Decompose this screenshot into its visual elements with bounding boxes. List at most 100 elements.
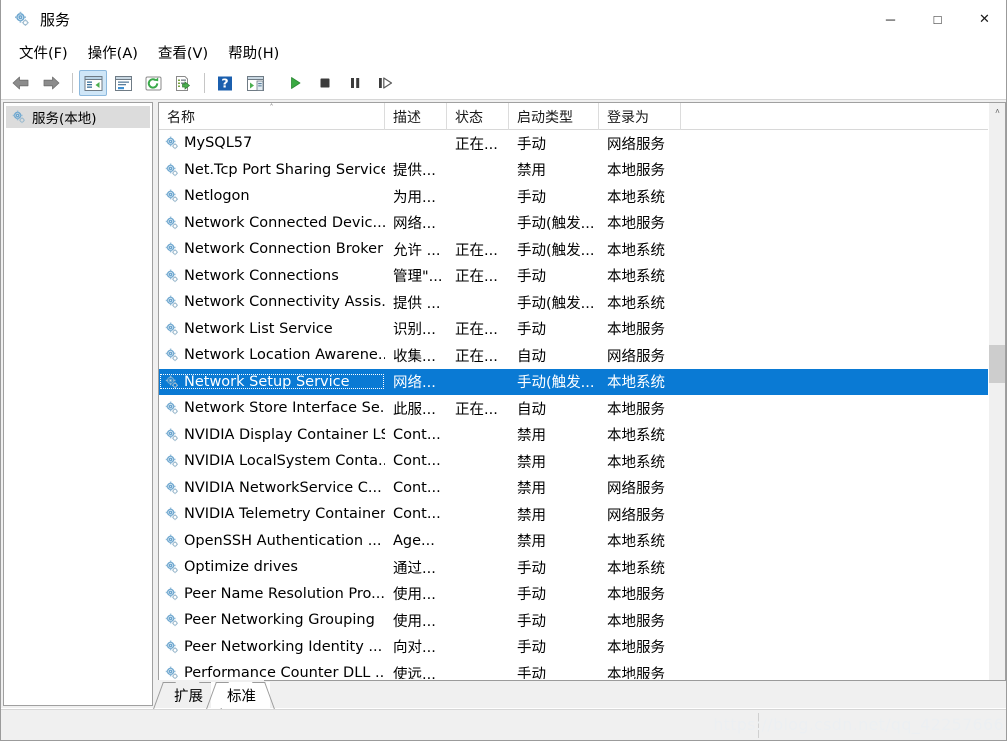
services-gear-icon [163,135,180,152]
table-row[interactable]: NVIDIA LocalSystem Conta... Cont... 禁用 本地系统 [159,448,990,475]
service-name-cell: Peer Networking Identity ... [159,638,385,655]
service-name-label: Optimize drives [184,559,298,576]
service-description-cell: Age... [393,532,435,549]
service-description-cell: 允许 ... [393,242,441,259]
services-gear-icon [163,479,180,496]
service-name-label: OpenSSH Authentication ... [184,532,382,549]
column-header-name-label: 名称 [167,109,195,126]
services-gear-icon [12,9,32,29]
table-row[interactable]: Peer Networking Identity ... 向对... 手动 本地服务 [159,634,990,661]
stop-service-button[interactable] [311,70,339,96]
service-name-cell: Network Connections [159,267,385,284]
service-name-label: NVIDIA NetworkService C... [184,479,382,496]
menu-file[interactable]: 文件(F) [10,40,79,65]
export-list-button[interactable] [169,70,197,96]
service-startup-type-cell: 手动(触发... [517,216,595,233]
services-gear-icon [10,109,27,126]
column-header-name[interactable]: 名称 ˄ [159,103,385,130]
show-hide-tree-button[interactable] [79,70,107,96]
table-row[interactable]: Net.Tcp Port Sharing Service 提供... 禁用 本地服务 [159,157,990,184]
table-row[interactable]: Netlogon 为用... 手动 本地系统 [159,183,990,210]
service-name-label: Network Location Awarene... [184,347,385,364]
list-column-headers: 名称 ˄ 描述 状态 启动类型 登录为 [159,103,1005,130]
service-name-label: Network Connection Broker [184,241,384,258]
pause-service-button[interactable] [341,70,369,96]
service-name-cell: Network Connected Devic... [159,214,385,231]
table-row[interactable]: Network List Service 识别... 正在... 手动 本地服务 [159,316,990,343]
table-row[interactable]: NVIDIA NetworkService C... Cont... 禁用 网络服务 [159,475,990,502]
service-status-cell: 正在... [455,401,498,418]
help-button[interactable]: ? [211,70,239,96]
service-name-cell: MySQL57 [159,135,385,152]
table-row[interactable]: Network Connection Broker 允许 ... 正在... 手动(触… [159,236,990,263]
title-bar: 服务 ─ □ ✕ [1,0,1006,38]
table-row[interactable]: NVIDIA Display Container LS Cont... 禁用 本地系统 [159,422,990,449]
show-action-pane-button[interactable] [241,70,269,96]
table-row[interactable]: OpenSSH Authentication ... Age... 禁用 本地系统 [159,528,990,555]
services-list-pane: 名称 ˄ 描述 状态 启动类型 登录为 MySQL57 正在... 手动 网络服务 Ne… [158,102,1006,706]
table-row[interactable]: Peer Name Resolution Pro... 使用... 手动 本地服务 [159,581,990,608]
start-service-button[interactable] [281,70,309,96]
column-header-startup-type[interactable]: 启动类型 [509,103,599,130]
column-header-description[interactable]: 描述 [385,103,447,130]
tree-node-label: 服务(本地) [32,111,97,127]
minimize-button[interactable]: ─ [867,0,914,38]
service-logon-cell: 本地服务 [607,640,665,657]
service-logon-cell: 网络服务 [607,348,665,365]
table-row[interactable]: Network Store Interface Se... 此服... 正在... 自… [159,395,990,422]
table-row[interactable]: Network Connected Devic... 网络... 手动(触发... 本… [159,210,990,237]
table-row[interactable]: MySQL57 正在... 手动 网络服务 [159,130,990,157]
table-row[interactable]: Optimize drives 通过... 手动 本地系统 [159,554,990,581]
content-area: 服务(本地) 名称 ˄ 描述 状态 启动类型 登录为 MySQL57 正在... 手… [1,100,1006,708]
tree-node-services-local[interactable]: 服务(本地) [6,106,150,128]
restart-service-button[interactable] [371,70,399,96]
vertical-scrollbar[interactable]: ˄ ˅ [988,103,1005,705]
services-gear-icon [163,241,180,258]
table-row[interactable]: Network Connectivity Assis... 提供 ... 手动(触发… [159,289,990,316]
scrollbar-track[interactable] [989,120,1005,688]
service-name-cell: Network Location Awarene... [159,347,385,364]
services-gear-icon [163,532,180,549]
service-description-cell: 提供... [393,163,436,180]
service-startup-type-cell: 禁用 [517,428,546,445]
table-row[interactable]: Network Location Awarene... 收集... 正在... 自动 网… [159,342,990,369]
table-row[interactable]: Network Setup Service 网络... 手动(触发... 本地系统 [159,368,990,395]
service-logon-cell: 本地服务 [607,163,665,180]
service-startup-type-cell: 手动 [517,560,546,577]
table-row[interactable]: NVIDIA Telemetry Container Cont... 禁用 网络服务 [159,501,990,528]
close-button[interactable]: ✕ [961,0,1006,38]
services-gear-icon [163,161,180,178]
service-logon-cell: 本地服务 [607,613,665,630]
service-startup-type-cell: 禁用 [517,481,546,498]
service-logon-cell: 本地系统 [607,560,665,577]
service-name-label: Network Connections [184,267,339,284]
table-row[interactable]: Network Connections 管理"... 正在... 手动 本地系统 [159,263,990,290]
scroll-up-arrow-icon[interactable]: ˄ [989,103,1005,120]
column-header-log-on-as[interactable]: 登录为 [599,103,681,130]
table-row[interactable]: Performance Counter DLL ... 使远... 手动 本地服务 [159,660,990,679]
menu-help[interactable]: 帮助(H) [219,40,290,65]
service-name-label: Netlogon [184,188,250,205]
service-logon-cell: 本地服务 [607,216,665,233]
menu-view[interactable]: 查看(V) [149,40,219,65]
services-list-rows[interactable]: MySQL57 正在... 手动 网络服务 Net.Tcp Port Sharing S… [159,130,990,679]
service-logon-cell: 本地系统 [607,428,665,445]
refresh-button[interactable] [139,70,167,96]
watermark-text: https://blog.csdn.net/qq_42257666 [713,715,1004,734]
service-name-label: Peer Name Resolution Pro... [184,585,385,602]
tab-standard[interactable]: 标准 [211,682,270,708]
service-startup-type-cell: 手动 [517,136,546,153]
service-description-cell: Cont... [393,426,441,443]
forward-button[interactable] [37,70,65,96]
service-description-cell: Cont... [393,506,441,523]
menu-action[interactable]: 操作(A) [79,40,149,65]
properties-button[interactable] [109,70,137,96]
maximize-button[interactable]: □ [914,0,961,38]
scrollbar-thumb[interactable] [989,345,1005,383]
svg-text:?: ? [221,75,228,90]
service-name-cell: Network Setup Service [159,373,385,390]
services-gear-icon [163,585,180,602]
column-header-status[interactable]: 状态 [447,103,509,130]
back-button[interactable] [7,70,35,96]
table-row[interactable]: Peer Networking Grouping 使用... 手动 本地服务 [159,607,990,634]
